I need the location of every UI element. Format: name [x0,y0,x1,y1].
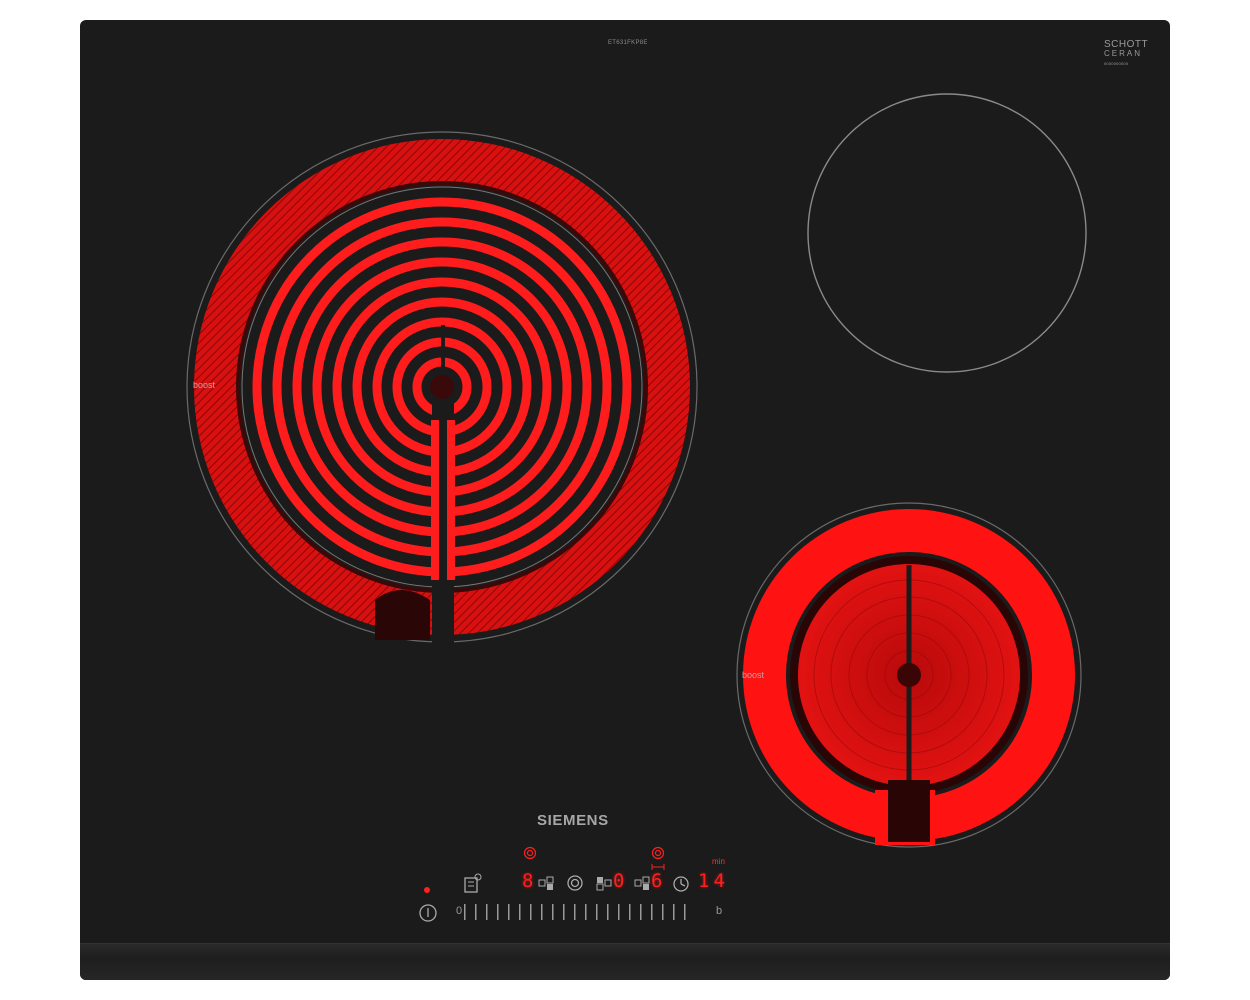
boost-label-left: boost [193,380,216,390]
timer-unit: min [712,857,725,866]
cooktop-glass: ET631FKP8E SCHOTT CERAN 0000000000 boost… [80,20,1170,980]
child-lock-icon[interactable] [462,872,482,896]
timer-clock-icon[interactable] [672,875,690,893]
zone-3-select-icon[interactable] [634,875,650,891]
cooktop-front-edge [80,943,1170,980]
zone-1-level: 8 [522,870,535,892]
dual-zone-icon[interactable] [566,874,584,892]
slider-max-label: b [716,905,723,917]
zone-3-level: 6 [651,870,664,892]
zone-2-level: 0 [613,870,626,892]
slider-min-label: 0 [456,905,463,917]
zone-top-right[interactable] [807,93,1087,373]
power-level-slider[interactable] [464,904,694,920]
zone-large-left[interactable] [186,131,698,650]
zone-3-heat-icon [651,846,665,860]
power-indicator-icon [424,887,430,893]
power-icon[interactable] [418,903,438,923]
cooking-zones [186,93,1087,848]
zone-1-heat-icon [523,846,537,860]
zone-2-select-icon[interactable] [596,875,612,891]
zone-1-select-icon[interactable] [538,875,554,891]
zone-bottom-right[interactable] [736,502,1082,848]
boost-label-right: boost [742,670,765,680]
siemens-logo: SIEMENS [537,812,609,829]
timer-minutes: 14 [698,870,729,892]
